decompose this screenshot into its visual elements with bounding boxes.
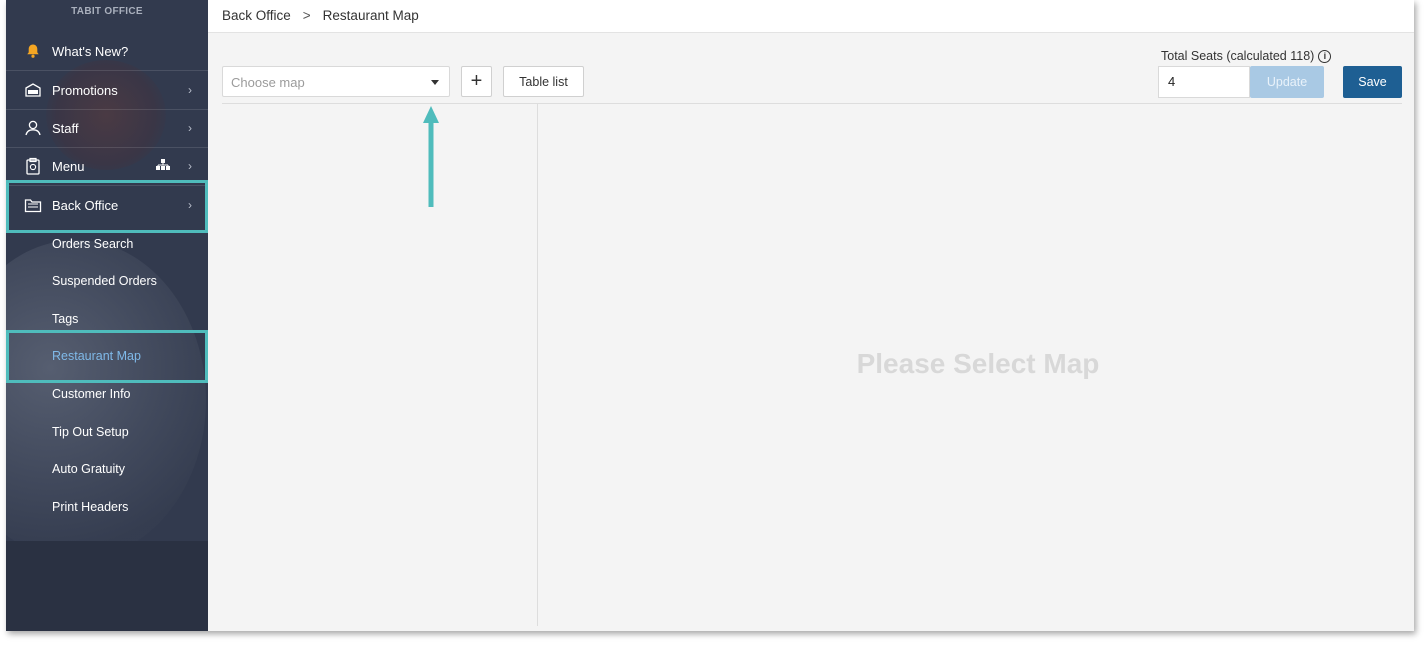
sidebar-item-whats-new[interactable]: What's New? <box>6 32 208 70</box>
highlight-restaurant-map <box>6 330 208 383</box>
toolbar-divider <box>222 103 1402 104</box>
breadcrumb-separator: > <box>302 8 311 23</box>
sidebar-subitem-customer-info[interactable]: Customer Info <box>52 387 131 401</box>
update-button[interactable]: Update <box>1250 66 1324 98</box>
sidebar-footer <box>6 541 208 631</box>
sidebar-item-label: Menu <box>52 158 85 174</box>
total-seats-label: Total Seats (calculated 118) i <box>1161 49 1332 63</box>
breadcrumb: Back Office > Restaurant Map <box>222 8 419 23</box>
top-bar: Back Office > Restaurant Map <box>208 0 1414 33</box>
sidebar-item-label: What's New? <box>52 43 129 59</box>
total-seats-text: Total Seats (calculated 118) <box>1161 49 1315 63</box>
hierarchy-icon[interactable] <box>156 158 170 174</box>
chevron-right-icon: › <box>188 121 192 135</box>
sidebar-item-promotions[interactable]: Promotions › <box>6 71 208 109</box>
bell-icon <box>24 42 42 60</box>
sidebar: TABIT OFFICE What's New? Promotions › St… <box>6 0 208 631</box>
breadcrumb-back-office[interactable]: Back Office <box>222 8 291 23</box>
highlight-back-office <box>6 180 208 233</box>
menu-clipboard-icon <box>24 157 42 175</box>
sidebar-subitem-suspended-orders[interactable]: Suspended Orders <box>52 274 157 288</box>
choose-map-dropdown[interactable]: Choose map <box>222 66 450 97</box>
sidebar-item-label: Promotions <box>52 82 118 98</box>
sidebar-item-label: Staff <box>52 120 79 136</box>
save-button[interactable]: Save <box>1343 66 1402 98</box>
person-icon <box>24 119 42 137</box>
caret-down-icon <box>431 80 439 85</box>
app-window: TABIT OFFICE What's New? Promotions › St… <box>6 0 1414 631</box>
sidebar-subitem-tags[interactable]: Tags <box>52 312 78 326</box>
sidebar-subitem-print-headers[interactable]: Print Headers <box>52 500 128 514</box>
seats-input[interactable]: 4 <box>1158 66 1250 98</box>
info-icon[interactable]: i <box>1318 49 1332 63</box>
empty-map-placeholder: Please Select Map <box>856 348 1100 379</box>
chevron-right-icon: › <box>188 83 192 97</box>
add-map-button[interactable]: + <box>461 66 492 97</box>
table-list-button[interactable]: Table list <box>503 66 584 97</box>
sidebar-item-staff[interactable]: Staff › <box>6 109 208 147</box>
brand-logo: TABIT OFFICE <box>71 6 143 17</box>
breadcrumb-restaurant-map: Restaurant Map <box>322 8 419 23</box>
chevron-right-icon: › <box>188 159 192 173</box>
sidebar-subitem-tip-out-setup[interactable]: Tip Out Setup <box>52 425 129 439</box>
sale-tag-icon <box>24 81 42 99</box>
choose-map-placeholder: Choose map <box>231 75 305 90</box>
sidebar-subitem-orders-search[interactable]: Orders Search <box>52 237 133 251</box>
sidebar-subitem-auto-gratuity[interactable]: Auto Gratuity <box>52 462 125 476</box>
annotation-arrow-icon <box>423 106 439 213</box>
